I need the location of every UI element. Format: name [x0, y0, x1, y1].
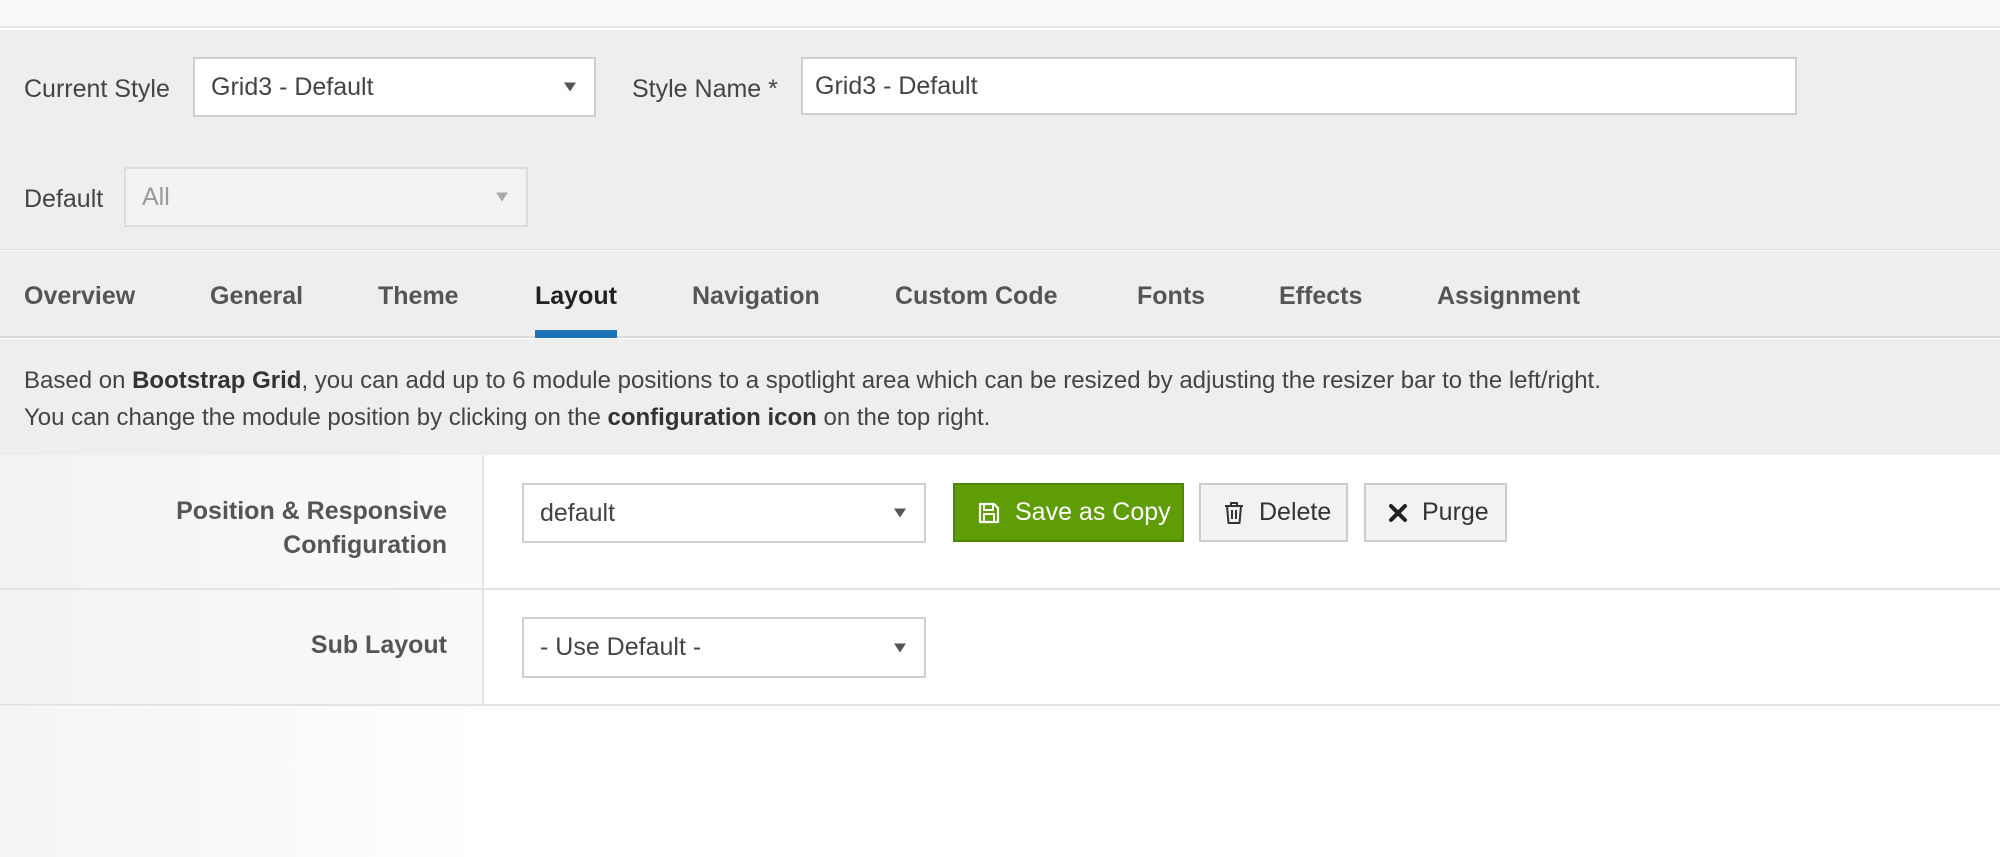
- sub-layout-select[interactable]: - Use Default -: [522, 617, 926, 678]
- default-select[interactable]: All: [124, 167, 528, 227]
- caret-down-icon: [894, 508, 906, 518]
- form-label-column: [0, 455, 484, 705]
- tab-general[interactable]: General: [210, 251, 303, 338]
- row-divider: [0, 588, 2000, 590]
- layout-form: Position & Responsive Configuration defa…: [0, 455, 2000, 857]
- current-style-label: Current Style: [24, 75, 170, 103]
- save-as-copy-button[interactable]: Save as Copy: [953, 483, 1184, 542]
- style-header: Current Style Grid3 - Default Style Name…: [0, 30, 2000, 250]
- form-empty-area: [0, 707, 484, 857]
- floppy-disk-icon: [978, 502, 1000, 523]
- description-emphasis: Bootstrap Grid: [132, 367, 302, 394]
- trash-icon: [1225, 501, 1243, 524]
- description-text: on the top right.: [816, 404, 991, 431]
- purge-button[interactable]: Purge: [1364, 483, 1507, 542]
- tab-layout[interactable]: Layout: [535, 251, 617, 338]
- purge-label: Purge: [1422, 498, 1489, 526]
- position-value: default: [540, 498, 616, 527]
- position-select[interactable]: default: [522, 483, 926, 543]
- layout-description: Based on Bootstrap Grid, you can add up …: [0, 339, 2000, 455]
- row-divider: [0, 704, 2000, 706]
- description-emphasis: configuration icon: [607, 404, 817, 431]
- save-as-copy-label: Save as Copy: [1015, 498, 1171, 526]
- tab-overview[interactable]: Overview: [24, 251, 135, 338]
- description-text: Based on: [24, 367, 133, 394]
- caret-down-icon: [496, 192, 508, 202]
- tab-bar: Overview General Theme Layout Navigation…: [0, 251, 2000, 338]
- caret-down-icon: [894, 643, 906, 652]
- sub-layout-label: Sub Layout: [310, 631, 447, 659]
- default-label: Default: [24, 185, 104, 213]
- position-config-label: Position & Responsive Configuration: [176, 494, 447, 562]
- description-text: You can change the module position by cl…: [24, 404, 608, 431]
- style-name-input[interactable]: [801, 57, 1797, 115]
- description-line-1: Based on Bootstrap Grid, you can add up …: [24, 367, 1601, 395]
- delete-button[interactable]: Delete: [1199, 483, 1348, 542]
- tab-effects[interactable]: Effects: [1279, 251, 1362, 338]
- current-style-value: Grid3 - Default: [211, 72, 374, 101]
- description-text: , you can add up to 6 module positions t…: [301, 367, 1601, 394]
- delete-label: Delete: [1259, 498, 1332, 526]
- current-style-select[interactable]: Grid3 - Default: [193, 57, 596, 117]
- tab-navigation[interactable]: Navigation: [692, 251, 820, 338]
- description-line-2: You can change the module position by cl…: [24, 404, 990, 432]
- tab-fonts[interactable]: Fonts: [1137, 251, 1205, 338]
- position-config-label-line-1: Position & Responsive: [176, 497, 447, 525]
- tab-theme[interactable]: Theme: [378, 251, 459, 338]
- style-name-label: Style Name *: [632, 75, 778, 103]
- x-icon: [1389, 503, 1407, 522]
- top-strip: [0, 0, 2000, 28]
- caret-down-icon: [564, 82, 576, 92]
- position-config-label-line-2: Configuration: [283, 531, 447, 559]
- tab-assignment[interactable]: Assignment: [1437, 251, 1580, 338]
- default-value: All: [142, 182, 170, 211]
- tab-custom-code[interactable]: Custom Code: [895, 251, 1058, 338]
- sub-layout-value: - Use Default -: [540, 633, 702, 661]
